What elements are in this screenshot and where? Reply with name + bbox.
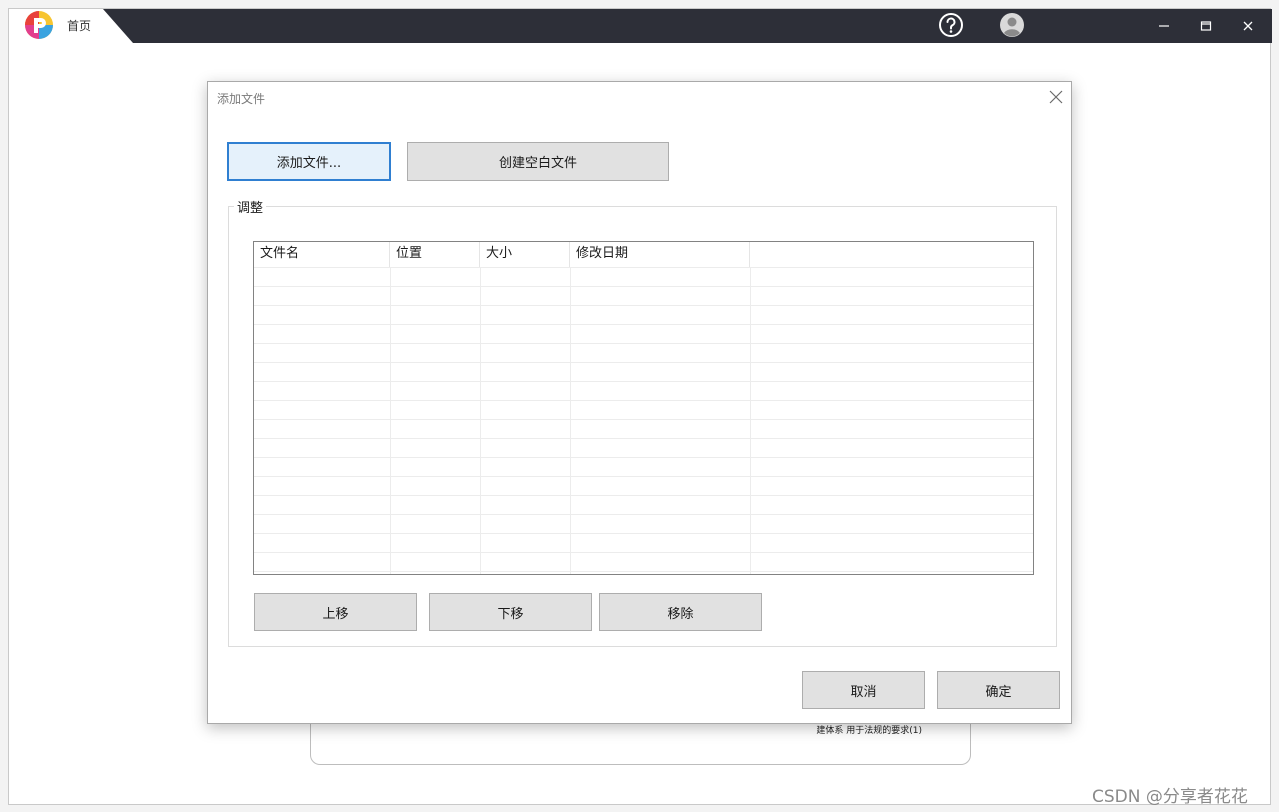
adjust-group-label: 调整 <box>234 197 267 216</box>
grid-line <box>254 381 1033 382</box>
grid-line <box>254 362 1033 363</box>
cancel-button[interactable]: 取消 <box>802 671 925 709</box>
column-header-size[interactable]: 大小 <box>480 242 570 267</box>
grid-line <box>254 400 1033 401</box>
background-card-text: 建体系 用于法规的要求(1) <box>816 726 922 736</box>
minimize-icon <box>1159 25 1169 27</box>
grid-line <box>390 267 391 574</box>
remove-button[interactable]: 移除 <box>599 593 762 631</box>
minimize-button[interactable] <box>1143 9 1185 43</box>
watermark: CSDN @分享者花花 <box>1092 787 1248 807</box>
move-up-button[interactable]: 上移 <box>254 593 417 631</box>
ok-button[interactable]: 确定 <box>937 671 1060 709</box>
create-blank-file-button[interactable]: 创建空白文件 <box>407 142 669 181</box>
grid-line <box>254 476 1033 477</box>
file-list-grid <box>254 267 1033 574</box>
grid-line <box>254 419 1033 420</box>
file-list-header: 文件名 位置 大小 修改日期 <box>254 242 1033 267</box>
grid-line <box>254 343 1033 344</box>
dialog-close-icon[interactable] <box>1047 88 1065 106</box>
title-bar: 首页 <box>9 9 1272 43</box>
grid-line <box>254 286 1033 287</box>
move-down-button[interactable]: 下移 <box>429 593 592 631</box>
grid-line <box>254 324 1033 325</box>
grid-line <box>254 495 1033 496</box>
grid-line <box>254 457 1033 458</box>
maximize-button[interactable] <box>1185 9 1227 43</box>
grid-line <box>254 571 1033 572</box>
add-file-dialog: 添加文件 添加文件... 创建空白文件 调整 文件名 位置 大小 修改日期 上移… <box>207 81 1072 724</box>
grid-line <box>254 267 1033 268</box>
grid-line <box>254 305 1033 306</box>
column-header-modified-date[interactable]: 修改日期 <box>570 242 750 267</box>
grid-line <box>750 267 751 574</box>
app-logo-icon <box>25 11 53 39</box>
grid-line <box>570 267 571 574</box>
grid-line <box>254 514 1033 515</box>
close-window-button[interactable] <box>1227 9 1269 43</box>
dialog-title: 添加文件 <box>217 92 266 106</box>
grid-line <box>254 533 1033 534</box>
column-header-location[interactable]: 位置 <box>390 242 480 267</box>
grid-line <box>254 552 1033 553</box>
add-file-button[interactable]: 添加文件... <box>227 142 391 181</box>
column-header-filename[interactable]: 文件名 <box>254 242 390 267</box>
grid-line <box>480 267 481 574</box>
help-circle-icon[interactable] <box>938 12 964 38</box>
file-list[interactable]: 文件名 位置 大小 修改日期 <box>253 241 1034 575</box>
grid-line <box>254 438 1033 439</box>
tab-home[interactable]: 首页 <box>9 9 133 43</box>
maximize-icon <box>1200 21 1212 31</box>
user-avatar-icon[interactable] <box>999 12 1025 38</box>
close-icon <box>1243 21 1253 31</box>
tab-home-label: 首页 <box>67 19 92 33</box>
